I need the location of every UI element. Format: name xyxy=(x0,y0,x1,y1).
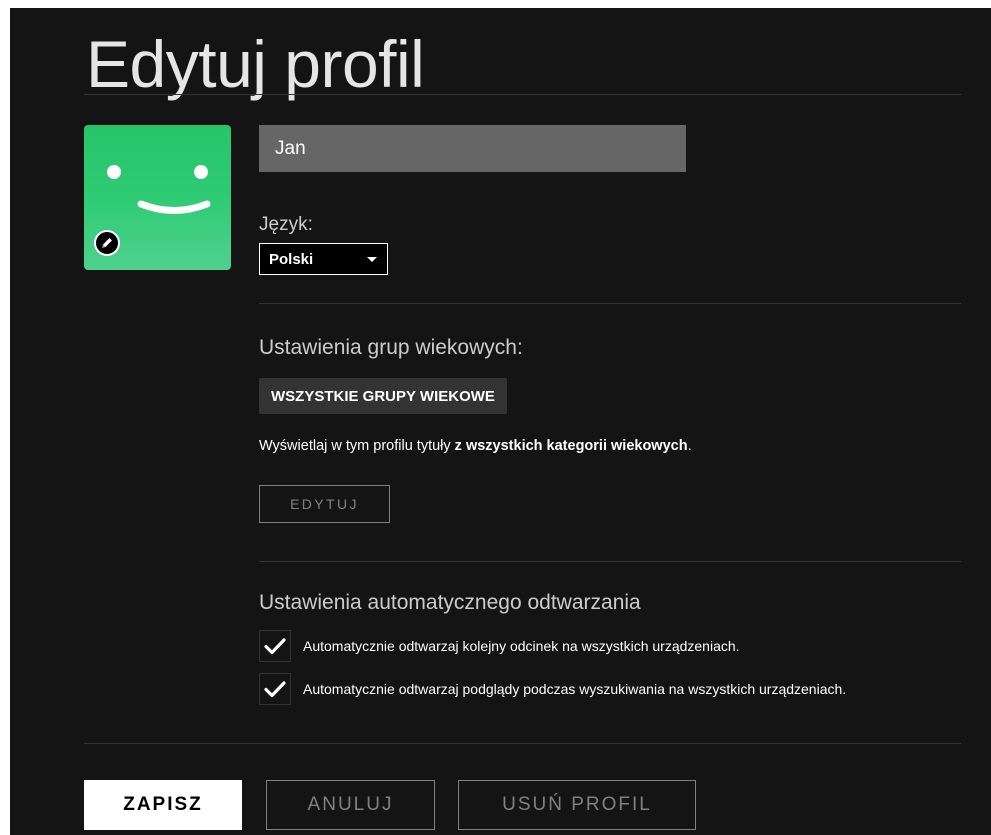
autoplay-previews-checkbox[interactable] xyxy=(259,673,291,705)
maturity-description-bold: z wszystkich kategorii wiekowych xyxy=(454,438,688,454)
profile-name-input[interactable] xyxy=(259,125,686,172)
language-label: Język: xyxy=(259,214,313,235)
autoplay-previews-row: Automatycznie odtwarzaj podglądy podczas… xyxy=(259,673,846,705)
page-title: Edytuj profil xyxy=(86,27,425,101)
checkmark-icon xyxy=(264,638,286,655)
language-divider xyxy=(259,303,961,304)
maturity-rating-badge: WSZYSTKIE GRUPY WIEKOWE xyxy=(259,378,507,414)
autoplay-previews-label: Automatycznie odtwarzaj podglądy podczas… xyxy=(303,681,847,697)
maturity-description-text: Wyświetlaj w tym profilu tytuły xyxy=(259,438,455,454)
autoplay-next-episode-label: Automatycznie odtwarzaj kolejny odcinek … xyxy=(303,638,740,654)
pencil-icon xyxy=(102,238,112,248)
title-divider xyxy=(84,94,961,95)
maturity-section-title: Ustawienia grup wiekowych: xyxy=(259,336,523,359)
edit-maturity-button[interactable]: EDYTUJ xyxy=(259,485,390,523)
autoplay-next-episode-checkbox[interactable] xyxy=(259,630,291,662)
actions-divider xyxy=(84,743,961,744)
profile-avatar[interactable] xyxy=(84,125,231,270)
caret-down-icon xyxy=(367,257,377,262)
language-selected-value: Polski xyxy=(269,250,314,268)
delete-profile-button[interactable]: USUŃ PROFIL xyxy=(458,780,696,830)
maturity-description-end: . xyxy=(687,438,692,454)
maturity-divider xyxy=(259,561,961,562)
edit-avatar-button[interactable] xyxy=(94,230,120,256)
save-button[interactable]: ZAPISZ xyxy=(84,780,242,830)
autoplay-next-episode-row: Automatycznie odtwarzaj kolejny odcinek … xyxy=(259,630,740,662)
language-select[interactable]: Polski xyxy=(259,243,388,275)
cancel-button[interactable]: ANULUJ xyxy=(266,780,435,830)
checkmark-icon xyxy=(264,681,286,698)
autoplay-section-title: Ustawienia automatycznego odtwarzania xyxy=(259,591,641,614)
profile-edit-panel: Edytuj profil Język: Polski Ustawienia g… xyxy=(10,8,991,835)
maturity-description: Wyświetlaj w tym profilu tytuły z wszyst… xyxy=(259,438,692,454)
